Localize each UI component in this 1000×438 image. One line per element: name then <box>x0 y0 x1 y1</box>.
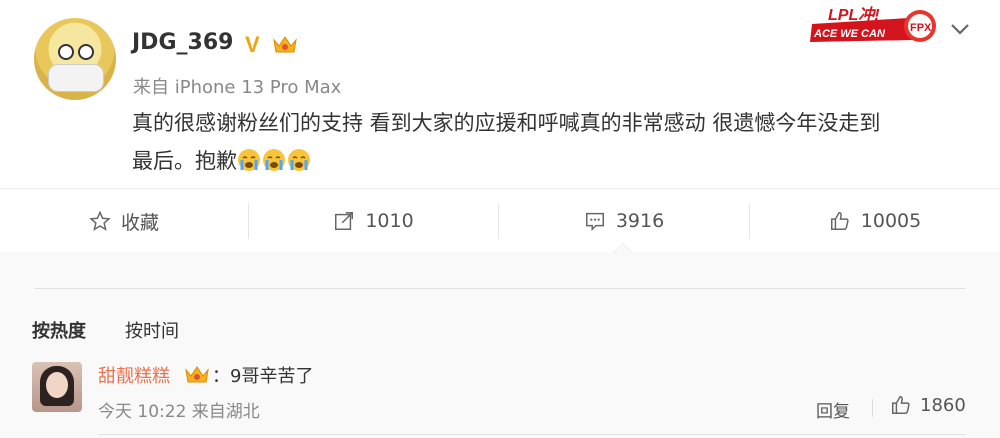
verified-icon: V <box>245 32 260 57</box>
comment-icon <box>585 212 604 232</box>
avatar-eye <box>78 44 94 60</box>
sort-by-hot-tab[interactable]: 按热度 <box>32 317 86 343</box>
thumbs-up-icon <box>892 396 910 414</box>
weibo-post: JDG_369 V 来自 iPhone 13 Pro Max 真的很感谢粉丝们的… <box>0 0 1000 188</box>
banner-lpl-text: LPL冲! <box>828 6 880 24</box>
post-toolbar: 收藏 1010 3916 10005 <box>0 188 1000 253</box>
avatar-mask <box>48 64 104 92</box>
chevron-down-icon[interactable] <box>950 22 970 36</box>
like-button[interactable]: 10005 <box>750 189 1000 253</box>
share-icon <box>335 212 354 230</box>
crown-icon <box>273 36 297 53</box>
post-source: 来自 iPhone 13 Pro Max <box>133 77 342 98</box>
favorite-button[interactable]: 收藏 <box>0 189 248 253</box>
repost-count: 1010 <box>365 210 414 232</box>
comment-actions-divider <box>872 399 873 417</box>
banner-team-text: FPX <box>910 22 932 34</box>
crying-emoji-icon <box>238 149 260 171</box>
crown-icon <box>185 366 209 383</box>
comment-divider <box>98 434 966 435</box>
post-text-line1: 真的很感谢粉丝们的支持 看到大家的应援和呼喊真的非常感动 很遗憾今年没走到 <box>132 111 881 135</box>
favorite-label: 收藏 <box>120 211 159 234</box>
avatar-eye <box>58 44 74 60</box>
comment-time: 今天 10:22 来自湖北 <box>98 402 260 422</box>
crying-emoji-icon <box>263 149 285 171</box>
reply-button[interactable]: 回复 <box>816 397 850 422</box>
section-divider <box>34 288 966 289</box>
post-content: 真的很感谢粉丝们的支持 看到大家的应援和呼喊真的非常感动 很遗憾今年没走到 最后… <box>132 104 972 180</box>
comment-like-button[interactable]: 1860 <box>890 394 966 416</box>
sort-by-time-tab[interactable]: 按时间 <box>125 317 179 343</box>
username[interactable]: JDG_369 <box>132 30 233 55</box>
comment-avatar[interactable] <box>32 362 82 412</box>
user-avatar[interactable] <box>34 18 116 100</box>
crying-emoji-icon <box>288 149 310 171</box>
comment-text: ：9哥辛苦了 <box>212 366 314 387</box>
comment-pointer <box>614 244 632 253</box>
like-count: 10005 <box>860 210 922 232</box>
comment-author[interactable]: 甜靓糕糕 <box>98 362 170 388</box>
comment-like-count: 1860 <box>920 394 966 416</box>
team-banner: LPL冲! ACE WE CAN FPX <box>810 6 936 42</box>
post-text-line2: 最后。抱歉 <box>132 149 237 173</box>
repost-button[interactable]: 1010 <box>249 189 498 253</box>
star-icon <box>89 210 111 231</box>
banner-slogan-text: ACE WE CAN <box>813 28 886 40</box>
avatar-face <box>46 372 68 398</box>
comment-count: 3916 <box>615 210 665 232</box>
thumbs-up-icon <box>830 212 849 230</box>
